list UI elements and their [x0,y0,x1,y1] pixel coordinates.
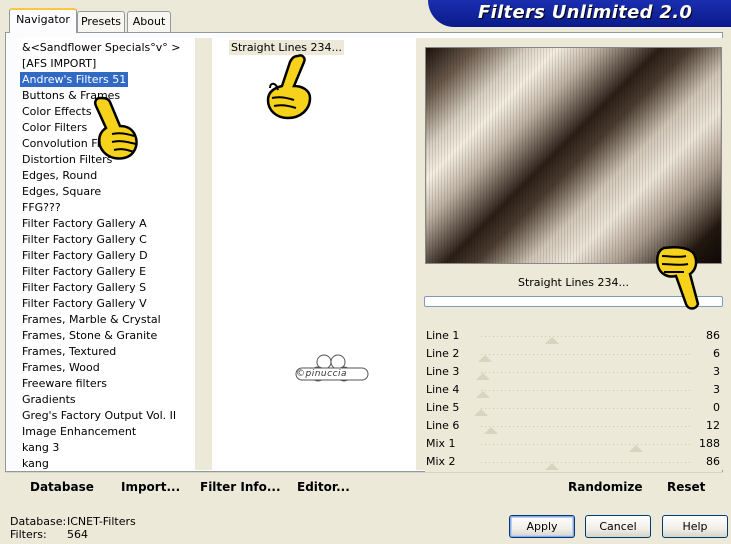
panel-divider [416,38,424,470]
tab-navigator[interactable]: Navigator [9,8,77,33]
pointing-hand-icon [266,54,312,120]
category-item[interactable]: Filter Factory Gallery E [20,264,148,279]
slider-track[interactable] [481,462,690,463]
filters-count-value: 564 [67,528,88,541]
slider-label: Line 1 [426,329,460,342]
category-item[interactable]: Edges, Square [20,184,103,199]
slider-thumb[interactable] [545,337,560,344]
slider-label: Mix 1 [426,437,456,450]
slider-value: 86 [706,329,720,342]
slider-track[interactable] [481,390,690,391]
category-item[interactable]: Greg's Factory Output Vol. II [20,408,178,423]
category-list-scrollbar[interactable] [195,38,212,470]
slider-label: Mix 2 [426,455,456,468]
pointing-hand-icon [93,96,138,160]
banner-title: Filters Unlimited 2.0 [478,2,693,23]
slider-label: Line 6 [426,419,460,432]
parameter-slider[interactable]: Line 5 0 [425,399,722,417]
slider-thumb[interactable] [476,391,491,398]
slider-track[interactable] [481,426,690,427]
category-item[interactable]: Frames, Wood [20,360,102,375]
parameter-slider[interactable]: Line 2 6 [425,345,722,363]
slider-thumb[interactable] [484,427,499,434]
filter-preview-image [425,47,722,264]
category-item[interactable]: kang [20,456,51,471]
category-item[interactable]: &<Sandflower Specials°v° > [20,40,183,55]
slider-track[interactable] [481,444,690,445]
database-button[interactable]: Database [28,478,96,496]
category-item[interactable]: Filter Factory Gallery D [20,248,150,263]
randomize-button[interactable]: Randomize [566,478,644,496]
filters-count-label: Filters: [10,528,47,541]
category-item[interactable]: Freeware filters [20,376,109,391]
cancel-button[interactable]: Cancel [585,515,651,538]
database-status-label: Database: [10,515,67,528]
parameter-slider[interactable]: Mix 1 188 [425,435,722,453]
slider-label: Line 5 [426,401,460,414]
filter-list[interactable] [216,38,416,470]
slider-track[interactable] [481,354,690,355]
reset-button[interactable]: Reset [665,478,707,496]
apply-button[interactable]: Apply [509,515,575,538]
slider-track[interactable] [481,408,690,409]
parameter-slider[interactable]: Mix 2 86 [425,453,722,471]
category-item[interactable]: Edges, Round [20,168,99,183]
parameter-slider[interactable]: Line 1 86 [425,327,722,345]
slider-value: 3 [713,365,720,378]
slider-value: 3 [713,383,720,396]
slider-label: Line 4 [426,383,460,396]
slider-thumb[interactable] [545,463,560,470]
tab-presets[interactable]: Presets [77,11,125,32]
parameter-slider[interactable]: Line 4 3 [425,381,722,399]
slider-value: 0 [713,401,720,414]
category-item[interactable]: Color Effects [20,104,94,119]
slider-thumb[interactable] [628,445,643,452]
category-item[interactable]: Frames, Stone & Granite [20,328,159,343]
category-item[interactable]: [AFS IMPORT] [20,56,98,71]
slider-label: Line 3 [426,365,460,378]
slider-track[interactable] [481,372,690,373]
slider-track[interactable] [481,336,690,337]
category-item[interactable]: Frames, Textured [20,344,118,359]
category-item[interactable]: Color Filters [20,120,89,135]
category-item[interactable]: Gradients [20,392,78,407]
slider-value: 86 [706,455,720,468]
editor-button[interactable]: Editor... [295,478,352,496]
slider-value: 12 [706,419,720,432]
parameter-slider[interactable]: Line 6 12 [425,417,722,435]
slider-thumb[interactable] [476,373,491,380]
category-item[interactable]: Filter Factory Gallery C [20,232,149,247]
category-item[interactable]: kang 3 [20,440,61,455]
import-button[interactable]: Import... [119,478,182,496]
slider-label: Line 2 [426,347,460,360]
watermark-text: ©pinuccia [296,369,348,379]
slider-thumb[interactable] [478,355,493,362]
slider-value: 188 [699,437,720,450]
category-item[interactable]: Filter Factory Gallery V [20,296,149,311]
slider-thumb[interactable] [474,409,488,416]
category-item[interactable]: Filter Factory Gallery A [20,216,149,231]
database-status-value: ICNET-Filters [67,515,136,528]
category-item[interactable]: FFG??? [20,200,63,215]
category-item[interactable]: Filter Factory Gallery S [20,280,148,295]
tab-about[interactable]: About [127,11,171,32]
parameter-slider[interactable]: Line 3 3 [425,363,722,381]
category-item[interactable]: Image Enhancement [20,424,138,439]
category-item[interactable]: Andrew's Filters 51 [20,72,129,87]
slider-value: 6 [713,347,720,360]
help-button[interactable]: Help [662,515,728,538]
pointing-hand-icon [656,246,700,310]
category-item[interactable]: Frames, Marble & Crystal [20,312,163,327]
filter-info-button[interactable]: Filter Info... [198,478,283,496]
